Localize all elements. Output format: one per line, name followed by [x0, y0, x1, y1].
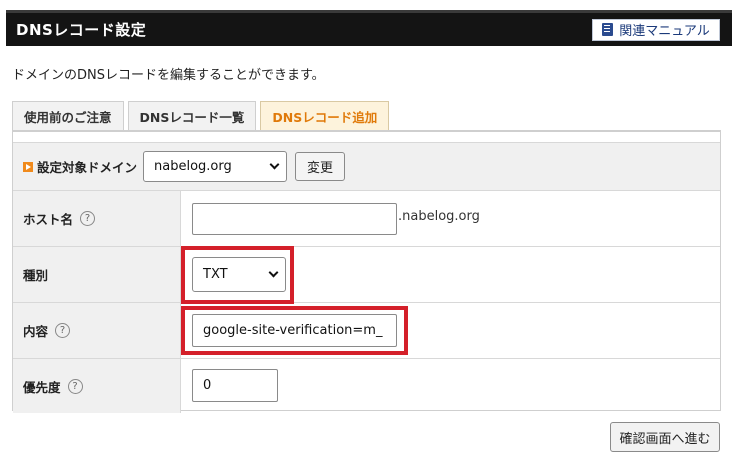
- book-icon: [602, 23, 614, 36]
- tab-precautions[interactable]: 使用前のご注意: [12, 101, 124, 130]
- host-row: ホスト名 ? .nabelog.org: [13, 191, 720, 247]
- tab-bar: 使用前のご注意 DNSレコード一覧 DNSレコード追加: [12, 101, 390, 130]
- arrow-marker-icon: [23, 161, 33, 172]
- domain-select-value: nabelog.org: [154, 159, 232, 174]
- host-value-cell: .nabelog.org: [181, 191, 720, 246]
- change-domain-button[interactable]: 変更: [295, 152, 346, 181]
- type-row: 種別 TXT: [13, 246, 720, 304]
- record-type-value: TXT: [203, 267, 228, 282]
- record-form-panel: 設定対象ドメイン nabelog.org 変更 ホスト名 ? .nabelog.…: [12, 130, 721, 413]
- priority-row: 優先度 ? 0: [13, 359, 720, 413]
- priority-input[interactable]: 0: [192, 369, 278, 402]
- domain-select-row: 設定対象ドメイン nabelog.org 変更: [13, 142, 720, 191]
- help-icon[interactable]: ?: [80, 211, 96, 226]
- host-label-cell: ホスト名 ?: [13, 191, 181, 246]
- priority-label-cell: 優先度 ?: [13, 359, 181, 413]
- tab-record-add[interactable]: DNSレコード追加: [260, 101, 390, 130]
- help-icon[interactable]: ?: [67, 378, 83, 394]
- chevron-down-icon: [268, 267, 279, 278]
- content-label-cell: 内容 ?: [13, 303, 181, 358]
- priority-value-cell: 0: [181, 359, 720, 413]
- page-description: ドメインのDNSレコードを編集することができます。: [12, 68, 325, 83]
- page-header: DNSレコード設定 関連マニュアル: [6, 10, 732, 46]
- domain-select-label: 設定対象ドメイン: [37, 160, 138, 175]
- confirm-button[interactable]: 確認画面へ進む: [610, 422, 720, 452]
- tab-record-list[interactable]: DNSレコード一覧: [127, 101, 257, 130]
- content-value-cell: google-site-verification=m_: [181, 303, 720, 358]
- host-input[interactable]: [192, 203, 397, 235]
- help-icon[interactable]: ?: [55, 323, 71, 338]
- type-label: 種別: [23, 268, 49, 283]
- domain-select[interactable]: nabelog.org: [143, 151, 288, 182]
- page-title: DNSレコード設定: [16, 21, 147, 39]
- type-value-cell: TXT: [181, 246, 720, 304]
- record-type-select[interactable]: TXT: [192, 257, 286, 292]
- type-label-cell: 種別: [13, 247, 181, 302]
- host-label: ホスト名: [23, 212, 74, 227]
- manual-button[interactable]: 関連マニュアル: [592, 18, 720, 41]
- content-row: 内容 ? google-site-verification=m_: [13, 303, 720, 359]
- chevron-down-icon: [269, 159, 280, 170]
- manual-button-label: 関連マニュアル: [619, 24, 710, 39]
- content-input[interactable]: google-site-verification=m_: [192, 314, 397, 347]
- content-label: 内容: [23, 324, 49, 339]
- priority-label: 優先度: [23, 379, 61, 395]
- host-suffix: .nabelog.org: [398, 209, 480, 224]
